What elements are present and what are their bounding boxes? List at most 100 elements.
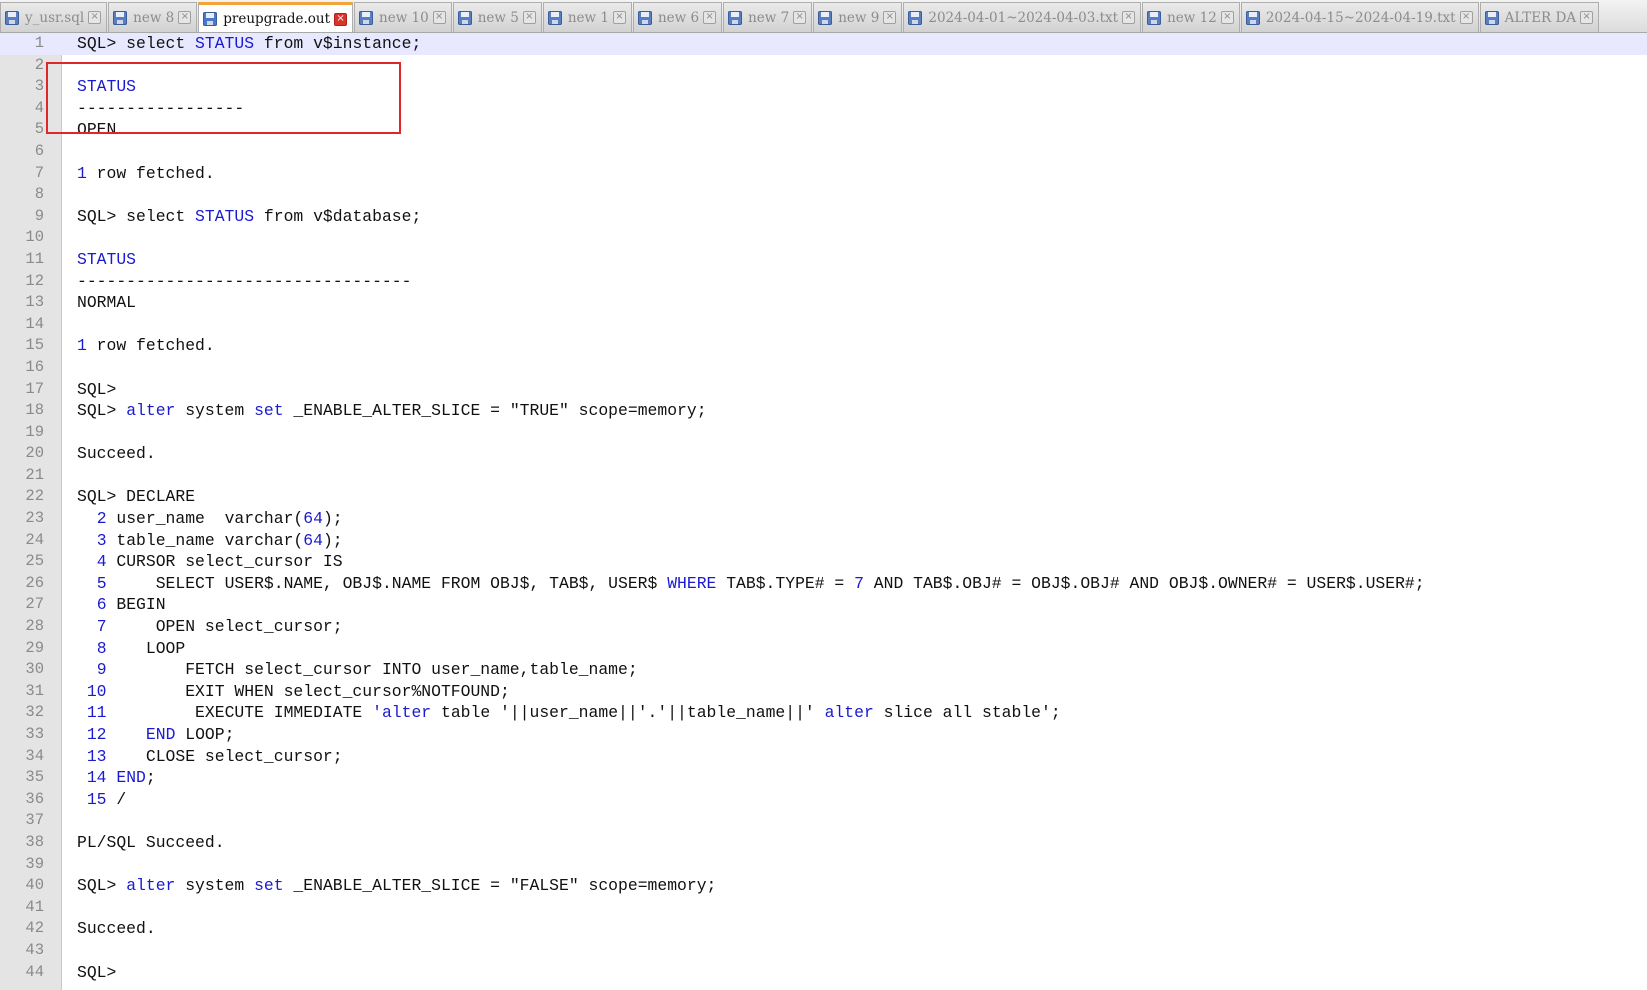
code-line: 16 [0,357,1647,379]
code-token: SELECT USER$.NAME, OBJ$.NAME FROM OBJ$, … [106,573,668,593]
code-token: 5 [96,573,107,593]
line-text: 11 EXECUTE IMMEDIATE 'alter table '||use… [77,702,1061,724]
close-icon[interactable]: × [178,11,192,24]
line-number: 3 [34,77,44,96]
code-token: _ENABLE_ALTER_SLICE = "FALSE" scope=memo… [283,876,717,896]
code-line: 39 [0,854,1647,876]
code-token: 4 [96,552,107,572]
line-number: 15 [25,336,44,355]
code-token: set [254,401,284,421]
line-number: 39 [25,854,44,873]
close-icon[interactable]: × [522,11,536,24]
code-token: SQL> select [77,206,196,226]
close-icon[interactable]: × [1122,11,1136,24]
code-token: alter [824,703,874,723]
code-line: 42 Succeed. [0,918,1647,940]
tab-5[interactable]: new 1 × [542,2,632,32]
line-number: 6 [34,141,44,160]
close-icon[interactable]: × [1220,11,1234,24]
code-token: 8 [96,638,107,658]
line-text: 10 EXIT WHEN select_cursor%NOTFOUND; [77,681,510,703]
code-token: OPEN [77,120,117,140]
line-text: 12 END LOOP; [77,724,235,746]
line-text: ---------------------------------- [77,271,411,293]
tab-8[interactable]: new 9 × [813,2,903,32]
code-token: CURSOR select_cursor IS [106,552,343,572]
tab-9[interactable]: 2024-04-01~2024-04-03.txt × [903,2,1142,32]
code-token: CLOSE select_cursor; [106,746,343,766]
tab-3[interactable]: new 10 × [354,2,452,32]
code-token: 9 [96,660,107,680]
close-icon[interactable]: × [1580,11,1594,24]
line-number: 30 [25,660,44,679]
code-token: AND TAB$.OBJ# = OBJ$.OBJ# AND OBJ$.OWNER… [863,573,1425,593]
code-token: 7 [96,617,107,637]
line-number: 23 [25,509,44,528]
line-number: 40 [25,876,44,895]
tab-label: new 10 [379,9,429,26]
code-line: 24 3 table_name varchar(64); [0,530,1647,552]
tab-11[interactable]: 2024-04-15~2024-04-19.txt × [1240,2,1479,32]
code-line: 44 SQL> [0,962,1647,984]
code-token: ); [322,530,343,550]
code-token: 7 [854,573,864,593]
floppy-disk-icon [203,12,218,26]
code-line: 40 SQL> alter system set _ENABLE_ALTER_SL… [0,875,1647,897]
tab-label: new 1 [567,9,609,26]
line-text: SQL> DECLARE [77,486,195,508]
line-number: 13 [25,293,44,312]
line-number: 33 [25,725,44,743]
tab-label: new 7 [748,9,790,26]
close-icon[interactable]: × [432,11,446,24]
floppy-disk-icon [359,10,374,25]
line-number: 16 [25,357,44,376]
code-token: SQL> DECLARE [77,487,196,507]
line-text: STATUS [77,249,136,271]
line-text: 14 END; [77,767,156,789]
close-icon[interactable]: × [88,11,102,24]
line-text: Succeed. [77,443,156,465]
line-text: OPEN [77,119,116,141]
close-icon[interactable]: × [612,11,626,24]
code-line: 31 10 EXIT WHEN select_cursor%NOTFOUND; [0,681,1647,703]
line-number: 43 [25,940,44,959]
close-icon[interactable]: × [703,11,717,24]
tab-2[interactable]: preupgrade.out × [198,2,354,32]
floppy-disk-icon [1147,10,1162,25]
close-icon[interactable]: × [793,11,807,24]
tab-10[interactable]: new 12 × [1142,2,1240,32]
line-number: 7 [34,163,44,182]
code-token: system [175,401,255,421]
close-icon[interactable]: × [1459,11,1473,24]
code-token: system [175,876,255,896]
line-number: 34 [25,746,44,765]
close-icon[interactable]: × [883,11,897,24]
code-line: 25 4 CURSOR select_cursor IS [0,551,1647,573]
tab-12[interactable]: ALTER DA × [1479,2,1600,32]
editor-pane[interactable]: 1 SQL> select STATUS from v$instance; 2 3 ST… [0,33,1647,990]
tab-0[interactable]: y_usr.sql × [0,2,108,32]
code-token: from v$database; [254,206,422,226]
tab-6[interactable]: new 6 × [632,2,723,32]
line-number: 29 [25,638,44,657]
code-line: 13 NORMAL [0,292,1647,314]
tab-1[interactable]: new 8 × [108,2,198,32]
tab-4[interactable]: new 5 × [452,2,542,32]
close-icon[interactable]: × [334,12,348,26]
floppy-disk-icon [637,10,652,25]
tab-7[interactable]: new 7 × [723,2,813,32]
line-text: 2 user_name varchar(64); [77,508,343,530]
code-token: STATUS [195,206,255,226]
code-token: 13 [86,746,107,766]
line-text: ----------------- [77,98,244,120]
line-text: 3 table_name varchar(64); [77,530,343,552]
tab-label: 2024-04-01~2024-04-03.txt [928,9,1119,26]
